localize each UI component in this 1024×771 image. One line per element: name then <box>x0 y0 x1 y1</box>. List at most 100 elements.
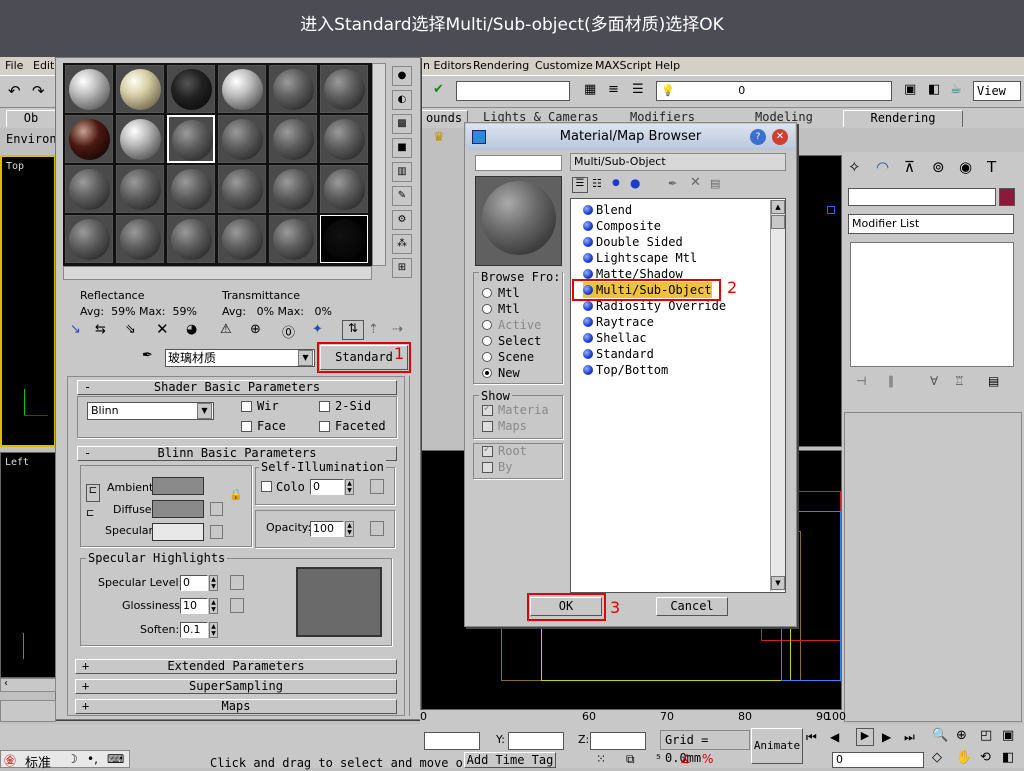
motion-icon[interactable]: ⊚ <box>932 158 945 176</box>
specular-level-map-button[interactable] <box>230 575 244 590</box>
material-type-list[interactable]: Blend Composite Double Sided Lightscape Mtl… <box>570 198 786 593</box>
close-icon[interactable]: ✕ <box>772 129 788 145</box>
material-slot[interactable] <box>218 65 266 113</box>
wire-checkbox[interactable] <box>241 401 252 412</box>
viewport-top[interactable]: Top <box>0 155 56 447</box>
browse-from-radio[interactable] <box>482 368 492 378</box>
extended-rollout-header[interactable]: + Extended Parameters <box>75 659 397 674</box>
go-to-parent-icon[interactable]: ⇡ <box>368 322 379 337</box>
snap-toggle-icon[interactable]: ⁵ <box>656 752 661 766</box>
view-small-icons-icon[interactable]: ● <box>612 178 620 188</box>
current-frame-field[interactable]: 0 <box>832 752 924 768</box>
assign-material-icon[interactable]: ⇘ <box>125 322 136 337</box>
layer-icon[interactable]: ☰ <box>632 82 644 97</box>
environment-icon[interactable]: ♛ <box>433 130 445 145</box>
display-icon[interactable]: ◉ <box>959 158 972 176</box>
material-slot[interactable] <box>116 65 164 113</box>
browse-from-radio[interactable] <box>482 304 492 314</box>
play-icon[interactable]: ▶ <box>856 728 874 746</box>
modify-icon[interactable]: ◠ <box>876 158 889 176</box>
put-to-library-icon[interactable]: ⊕ <box>250 322 261 337</box>
view-list-icon[interactable]: ☰ <box>572 177 588 193</box>
make-preview-icon[interactable]: ✎ <box>392 186 412 206</box>
maps-rollout-header[interactable]: + Maps <box>75 699 397 714</box>
show-end-result-icon[interactable]: ⇅ <box>342 320 364 340</box>
parameters-scrollbar[interactable] <box>409 376 419 716</box>
browse-from-radio[interactable] <box>482 352 492 362</box>
material-type-item[interactable]: Standard <box>583 346 654 362</box>
specular-level-spinner[interactable]: ▲ ▼ <box>209 575 218 591</box>
left-scrollbar[interactable]: ‹ <box>0 678 56 692</box>
update-scene-materials-icon[interactable]: ✒ <box>668 177 677 190</box>
redo-icon[interactable]: ↷ <box>32 82 45 100</box>
clear-library-icon[interactable]: ▤ <box>710 177 720 190</box>
backlight-icon[interactable]: ◐ <box>392 90 412 110</box>
punctuation-icon[interactable]: •, <box>87 752 98 766</box>
material-type-item[interactable]: Double Sided <box>583 234 683 250</box>
material-slot[interactable] <box>65 215 113 263</box>
scroll-down-icon[interactable]: ▼ <box>771 576 785 590</box>
options-icon[interactable]: ⚙ <box>392 210 412 230</box>
material-navigator-icon[interactable]: ⊞ <box>392 258 412 278</box>
self-illum-value-field[interactable]: 0 <box>310 479 344 495</box>
specular-level-field[interactable]: 0 <box>180 575 208 591</box>
go-to-start-icon[interactable]: ⏮ <box>806 730 817 745</box>
face-map-checkbox[interactable] <box>241 421 252 432</box>
field-of-view-icon[interactable]: ◇ <box>932 750 942 765</box>
make-unique-icon[interactable]: ⚠ <box>220 322 232 337</box>
menu-edit[interactable]: Edit <box>33 59 54 72</box>
go-to-end-icon[interactable]: ⏭ <box>904 730 915 745</box>
browse-from-radio[interactable] <box>482 288 492 298</box>
named-selection-dropdown[interactable] <box>456 81 570 101</box>
select-by-material-icon[interactable]: ⁂ <box>392 234 412 254</box>
ime-mode-label[interactable]: 标准 <box>25 752 51 771</box>
angle-snap-icon[interactable]: ∡ <box>680 752 691 766</box>
animate-button[interactable]: Animate <box>751 728 803 764</box>
align-icon[interactable]: ≡ <box>608 82 619 97</box>
material-slot[interactable] <box>320 115 368 163</box>
video-color-check-icon[interactable]: ▥ <box>392 162 412 182</box>
z-coordinate-field[interactable] <box>590 732 646 750</box>
opacity-spinner[interactable]: ▲ ▼ <box>345 521 354 537</box>
menu-rendering[interactable]: Rendering <box>473 59 529 72</box>
cancel-button[interactable]: Cancel <box>656 597 728 616</box>
material-effects-channel-icon[interactable]: ⓪ <box>282 322 295 341</box>
lock-selection-icon[interactable]: ⁙ <box>596 752 606 766</box>
material-slot[interactable] <box>167 165 215 213</box>
quick-render-icon[interactable]: ☕ <box>950 82 962 97</box>
shader-type-dropdown[interactable]: Blinn <box>87 402 214 420</box>
add-time-tag-button[interactable]: Add Time Tag <box>464 752 556 768</box>
material-slot[interactable] <box>218 165 266 213</box>
faceted-checkbox[interactable] <box>319 421 330 432</box>
material-slot[interactable] <box>65 65 113 113</box>
object-color-swatch[interactable] <box>999 188 1015 206</box>
modifier-list-dropdown[interactable]: Modifier List <box>848 214 1014 234</box>
soften-spinner[interactable]: ▲ ▼ <box>209 622 218 638</box>
specular-color-swatch[interactable] <box>152 523 204 541</box>
chevron-down-icon[interactable]: ▼ <box>298 350 313 366</box>
menu-customize[interactable]: Customize <box>535 59 593 72</box>
delete-icon[interactable]: ✕ <box>690 175 701 190</box>
browse-from-radio[interactable] <box>482 336 492 346</box>
material-slot[interactable] <box>116 115 164 163</box>
chevron-down-icon[interactable]: ▼ <box>197 403 212 419</box>
sample-type-icon[interactable]: ● <box>392 66 412 86</box>
blinn-rollout-header[interactable]: - Blinn Basic Parameters <box>77 446 397 461</box>
tab-objects[interactable]: Ob <box>6 110 56 127</box>
material-slot[interactable] <box>269 115 317 163</box>
crossing-icon[interactable]: ⧉ <box>626 752 635 767</box>
shader-rollout-header[interactable]: - Shader Basic Parameters <box>77 380 397 395</box>
scroll-thumb[interactable] <box>771 215 785 229</box>
create-icon[interactable]: ✧ <box>848 158 861 176</box>
previous-frame-icon[interactable]: ◀ <box>830 730 839 744</box>
material-slot[interactable] <box>320 165 368 213</box>
go-forward-sibling-icon[interactable]: ⇢ <box>392 322 403 337</box>
material-type-item[interactable]: Top/Bottom <box>583 362 668 378</box>
render-type-dropdown[interactable]: View <box>973 81 1021 101</box>
material-slot[interactable] <box>269 165 317 213</box>
moon-icon[interactable]: ☽ <box>67 752 78 766</box>
material-name-field[interactable]: 玻璃材质 <box>165 349 315 367</box>
configure-sets-icon[interactable]: ▤ <box>988 374 999 388</box>
zoom-all-icon[interactable]: ⊕ <box>956 728 967 743</box>
layer-dropdown[interactable]: 💡 0 <box>656 81 892 101</box>
